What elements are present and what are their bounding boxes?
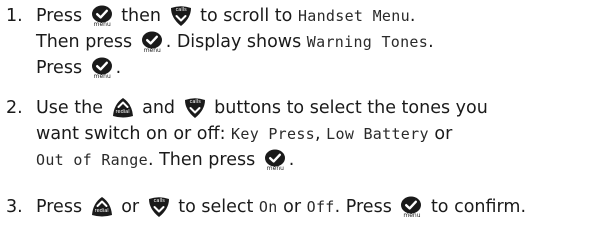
instruction-text: Press [36,6,88,26]
instruction-text: . [409,6,416,26]
instruction-text: . Display shows [165,32,307,52]
step-line: Press menu then calls to scroll to Hands… [36,4,416,28]
instruction-text: to select [172,197,259,217]
instruction-text: or [115,197,145,217]
calls-down-button-icon: calls [183,96,207,120]
instruction-text: . [115,58,122,78]
step-line: Use the redial and calls buttons to sele… [36,96,488,120]
instruction-text: and [136,98,181,118]
instruction-text: to scroll to [194,6,298,26]
menu-check-button-icon: menu [399,195,423,219]
instruction-text: Then press [36,32,138,52]
calls-down-button-icon: calls [169,4,193,28]
menu-check-button-icon: menu [140,30,164,54]
step-number: 3. [6,197,23,217]
instruction-text: . Then press [147,150,261,170]
display-text: Handset Menu [297,7,410,25]
display-text: Off [306,198,335,216]
instruction-text: . [288,150,295,170]
display-text: Key Press [231,125,316,143]
redial-up-button-icon: redial [90,195,114,219]
instruction-text: Press [36,197,88,217]
display-text: Warning Tones [306,33,429,51]
menu-check-button-icon: menu [90,4,114,28]
step-line: Then press menu. Display shows Warning T… [36,30,434,54]
step-line: Press redial or calls to select On or Of… [36,195,526,219]
step-line: Press menu. [36,56,121,80]
display-text: Low Battery [326,125,429,143]
step-line: want switch on or off: Key Press, Low Ba… [36,122,452,146]
step-line: Out of Range. Then press menu. [36,148,294,172]
instruction-text: or [277,197,307,217]
menu-check-button-icon: menu [90,56,114,80]
instruction-text: then [115,6,167,26]
instruction-text: . [428,32,434,52]
instruction-text: Use the [36,98,109,118]
instruction-text: Press [36,58,88,78]
instruction-text: buttons to select the tones you [208,98,488,118]
instruction-text: want switch on or off: [36,124,232,144]
instruction-text: to confirm. [425,197,527,217]
step-number: 1. [6,6,23,26]
instruction-text: or [428,124,453,144]
display-text: On [258,198,278,216]
calls-down-button-icon: calls [147,195,171,219]
display-text: Out of Range [36,151,148,169]
step-number: 2. [6,98,23,118]
instruction-text: . Press [334,197,398,217]
instruction-text: , [315,124,327,144]
menu-check-button-icon: menu [263,148,287,172]
redial-up-button-icon: redial [111,96,135,120]
